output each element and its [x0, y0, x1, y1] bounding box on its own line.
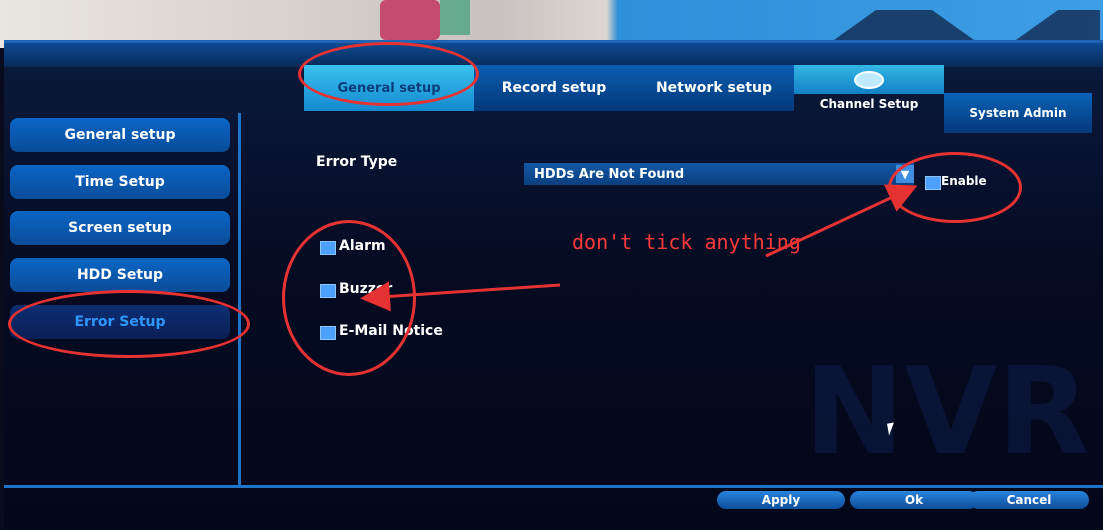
error-type-value: HDDs Are Not Found — [534, 166, 685, 182]
monitor-screen: General setup Record setup Network setup… — [4, 40, 1103, 530]
annotation-circle-error-setup — [8, 290, 250, 358]
tab-record-setup[interactable]: Record setup — [474, 65, 634, 111]
annotation-text: don't tick anything — [572, 230, 801, 254]
eye-icon — [854, 70, 884, 89]
ok-button[interactable]: Ok — [850, 491, 978, 509]
apply-button[interactable]: Apply — [717, 491, 845, 509]
sidebar-item-hdd-setup[interactable]: HDD Setup — [10, 258, 230, 292]
cancel-button[interactable]: Cancel — [969, 491, 1089, 509]
sidebar-item-time-setup[interactable]: Time Setup — [10, 165, 230, 199]
error-type-label: Error Type — [316, 154, 398, 170]
footer-divider — [4, 485, 1103, 488]
top-bar — [4, 43, 1103, 67]
annotation-circle-enable — [888, 152, 1022, 223]
nvr-watermark: NVR — [804, 343, 1090, 482]
channel-tab-header — [794, 65, 944, 94]
photo-object-pink — [380, 0, 440, 40]
channel-setup-label: Channel Setup — [819, 97, 919, 111]
sidebar-divider — [238, 113, 241, 488]
tab-channel-setup[interactable]: Channel Setup — [794, 65, 944, 111]
sidebar-item-general-setup[interactable]: General setup — [10, 118, 230, 152]
error-type-dropdown[interactable]: HDDs Are Not Found ▼ — [524, 163, 914, 185]
photo-object-green — [440, 0, 470, 35]
annotation-circle-general-tab — [298, 42, 479, 106]
tab-system-admin[interactable]: System Admin — [944, 93, 1092, 133]
tab-network-setup[interactable]: Network setup — [634, 65, 794, 111]
sidebar-item-screen-setup[interactable]: Screen setup — [10, 211, 230, 245]
annotation-circle-options — [282, 220, 416, 376]
